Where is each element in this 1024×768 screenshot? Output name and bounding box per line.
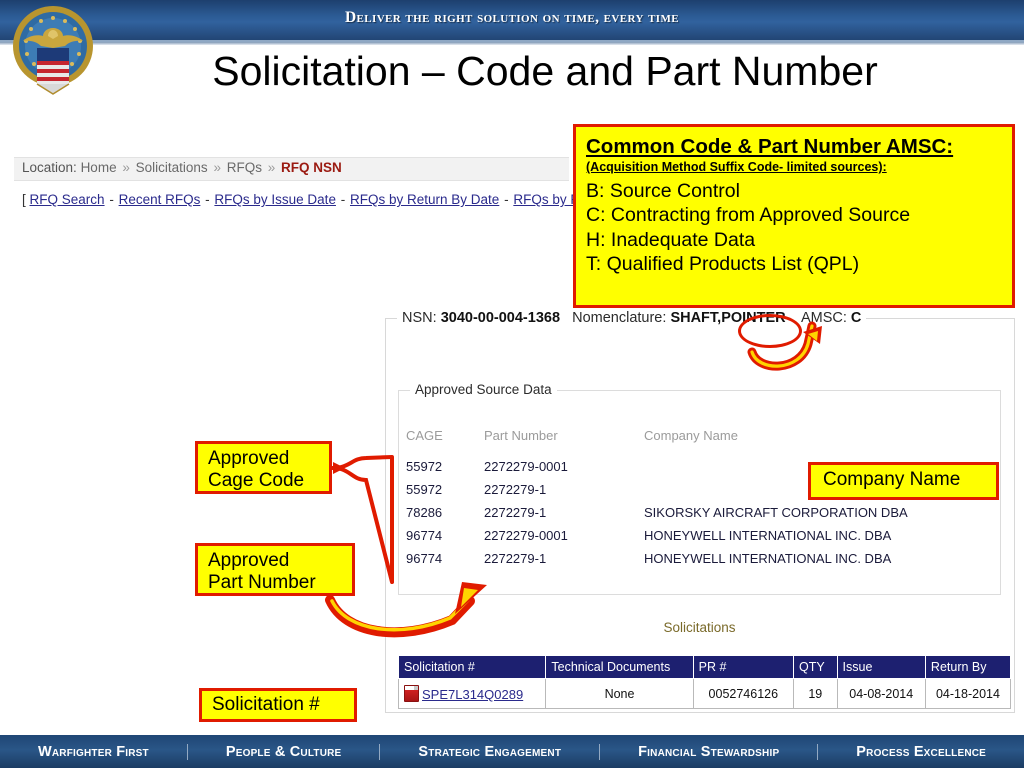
nav-dash: - [205, 192, 210, 207]
footer-bar: Warfighter First People & Culture Strate… [0, 733, 1024, 768]
cell-cage: 96774 [406, 551, 443, 566]
callout-amsc-code-t: T: Qualified Products List (QPL) [586, 253, 860, 276]
cell-cage: 55972 [406, 459, 443, 474]
column-header-technical-documents: Technical Documents [545, 655, 694, 679]
callout-solicitation-number: Solicitation # [199, 688, 357, 722]
breadcrumb-item-rfqs[interactable]: RFQs [227, 160, 262, 175]
callout-part-line2: Part Number [208, 572, 316, 594]
nav-link-recent-rfqs[interactable]: Recent RFQs [119, 192, 201, 207]
breadcrumb-item-solicitations[interactable]: Solicitations [136, 160, 208, 175]
callout-cage-line1: Approved [208, 448, 290, 469]
cell-pr-number: 0052746126 [692, 678, 794, 709]
callout-amsc-code-h: H: Inadequate Data [586, 228, 756, 251]
column-header-pr-number: PR # [692, 655, 794, 679]
cell-company: HONEYWELL INTERNATIONAL INC. DBA [644, 528, 892, 543]
slide-canvas: Deliver the right solution on time, ever… [0, 0, 1024, 768]
solicitation-link[interactable]: SPE7L314Q0289 [422, 687, 523, 702]
nav-link-rfqs-by-return-by-date[interactable]: RFQs by Return By Date [350, 192, 499, 207]
cell-company: SIKORSKY AIRCRAFT CORPORATION DBA [644, 505, 908, 520]
nav-dash: - [109, 192, 114, 207]
table-row: 96774 2272279-1 HONEYWELL INTERNATIONAL … [406, 547, 986, 570]
cell-part-number: 2272279-1 [484, 551, 547, 566]
table-row: SPE7L314Q0289 None 0052746126 19 04-08-2… [397, 678, 1012, 709]
cell-technical-documents: None [545, 678, 694, 709]
breadcrumb-item-home[interactable]: Home [81, 160, 117, 175]
cell-part-number: 2272279-1 [484, 482, 547, 497]
nsn-value: 3040-00-004-1368 [440, 310, 561, 326]
callout-amsc-code-c: C: Contracting from Approved Source [586, 204, 911, 227]
cell-qty: 19 [792, 678, 838, 709]
cell-return-by-date: 04-18-2014 [924, 678, 1012, 709]
cell-part-number: 2272279-0001 [484, 528, 568, 543]
callout-amsc-codes: Common Code & Part Number AMSC: (Acquisi… [573, 124, 1015, 308]
column-header-issue: Issue [836, 655, 926, 679]
callout-part-line1: Approved [208, 550, 290, 571]
column-header-return-by: Return By [924, 655, 1012, 679]
table-header-row: CAGE Part Number Company Name [406, 428, 986, 455]
cell-issue-date: 04-08-2014 [836, 678, 926, 709]
nomenclature-label: Nomenclature: [572, 310, 667, 326]
callout-amsc-code-b: B: Source Control [586, 179, 740, 202]
banner-tagline: Deliver the right solution on time, ever… [344, 9, 680, 26]
solicitations-table: Solicitation # Technical Documents PR # … [397, 655, 1012, 709]
approved-source-data-legend: Approved Source Data [410, 382, 557, 397]
breadcrumb-current-rfq-nsn: RFQ NSN [281, 160, 342, 175]
rfq-nav-links: [ RFQ Search - Recent RFQs - RFQs by Iss… [22, 192, 605, 207]
top-banner: Deliver the right solution on time, ever… [0, 0, 1024, 42]
breadcrumb-separator: » [267, 160, 276, 175]
amsc-highlight-circle [738, 314, 802, 348]
column-header-qty: QTY [792, 655, 838, 679]
cell-company: HONEYWELL INTERNATIONAL INC. DBA [644, 551, 892, 566]
nav-link-rfqs-by-issue-date[interactable]: RFQs by Issue Date [214, 192, 336, 207]
callout-approved-cage-code: Approved Cage Code [195, 441, 332, 494]
banner-underline [0, 42, 1024, 45]
breadcrumb-label: Location: [22, 160, 77, 175]
table-row: 96774 2272279-0001 HONEYWELL INTERNATION… [406, 524, 986, 547]
column-header-company-name: Company Name [644, 428, 738, 443]
footer-segment-financial-stewardship: Financial Stewardship [600, 743, 819, 760]
footer-segment-warfighter-first: Warfighter First [0, 743, 188, 760]
callout-cage-line2: Cage Code [208, 470, 305, 492]
cell-cage: 55972 [406, 482, 443, 497]
footer-segment-people-culture: People & Culture [188, 743, 381, 760]
cell-cage: 96774 [406, 528, 443, 543]
nsn-label: NSN: [402, 310, 437, 326]
column-header-cage: CAGE [406, 428, 443, 443]
column-header-part-number: Part Number [484, 428, 558, 443]
pdf-icon [404, 685, 419, 702]
cell-part-number: 2272279-1 [484, 505, 547, 520]
nav-open-bracket: [ [22, 192, 26, 207]
nav-dash: - [504, 192, 509, 207]
callout-company-name: Company Name [808, 462, 999, 500]
footer-segment-process-excellence: Process Excellence [856, 743, 987, 760]
cell-part-number: 2272279-0001 [484, 459, 568, 474]
dla-seal-logo [10, 2, 96, 100]
nav-link-rfq-search[interactable]: RFQ Search [30, 192, 105, 207]
footer-segment-strategic-engagement: Strategic Engagement [380, 743, 601, 760]
solicitations-caption: Solicitations [663, 620, 736, 635]
table-row: 78286 2272279-1 SIKORSKY AIRCRAFT CORPOR… [406, 501, 986, 524]
callout-solicitation-label: Solicitation # [212, 694, 320, 715]
cell-cage: 78286 [406, 505, 443, 520]
breadcrumb-separator: » [122, 160, 130, 175]
callout-company-label: Company Name [823, 469, 961, 490]
callout-amsc-subtitle: (Acquisition Method Suffix Code- limited… [586, 160, 887, 175]
amsc-value: C [850, 310, 862, 326]
cell-solicitation-number: SPE7L314Q0289 [397, 678, 547, 709]
breadcrumb-separator: » [213, 160, 221, 175]
amsc-label: AMSC: [800, 310, 847, 326]
breadcrumb: Location: Home » Solicitations » RFQs » … [22, 160, 342, 175]
callout-approved-part-number: Approved Part Number [195, 543, 355, 596]
nav-dash: - [340, 192, 346, 207]
table-header-row: Solicitation # Technical Documents PR # … [397, 655, 1012, 679]
column-header-solicitation-number: Solicitation # [397, 655, 547, 679]
page-title: Solicitation – Code and Part Number [212, 48, 878, 94]
callout-amsc-title: Common Code & Part Number AMSC: [586, 135, 954, 158]
